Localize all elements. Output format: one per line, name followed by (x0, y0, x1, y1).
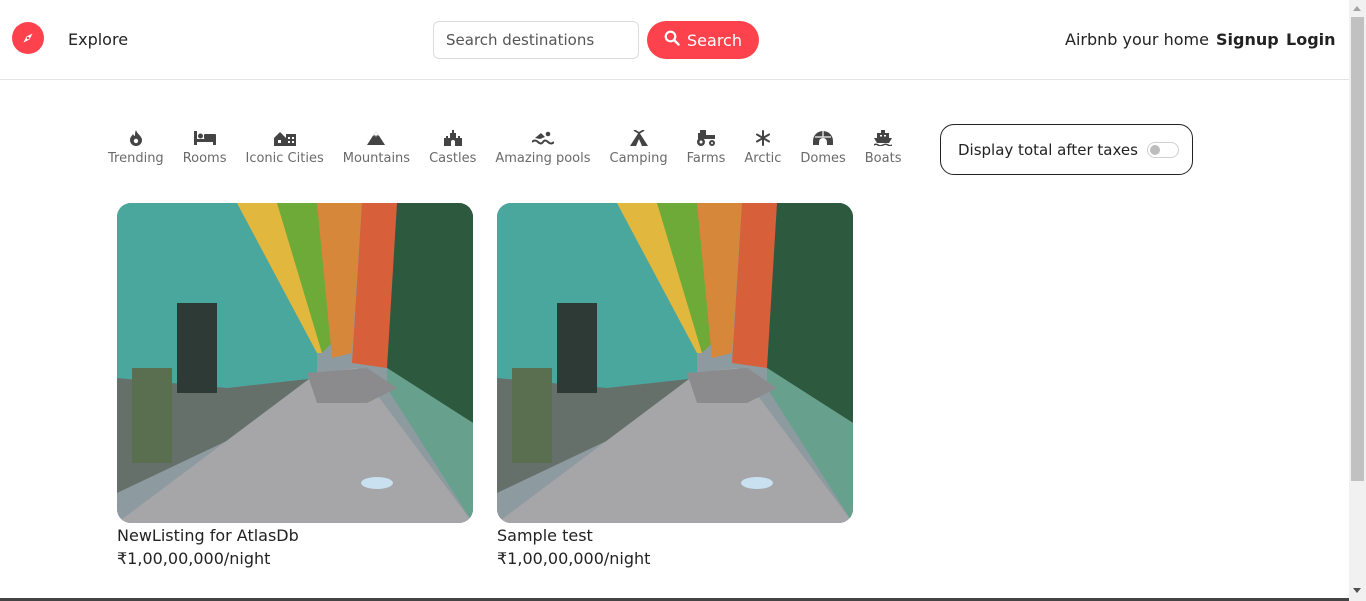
city-icon (273, 128, 296, 148)
ship-icon (872, 128, 894, 148)
listing-card[interactable]: Sample test ₹1,00,00,000/night (497, 203, 853, 568)
scroll-down-arrow-icon[interactable] (1353, 588, 1361, 593)
search-icon (664, 30, 680, 50)
alley-photo-image (497, 203, 853, 523)
filter-trending[interactable]: Trending (108, 128, 164, 172)
toggle-knob (1149, 144, 1160, 155)
igloo-icon (812, 128, 834, 148)
compass-logo-icon[interactable] (12, 22, 44, 54)
alley-photo-image (117, 203, 473, 523)
filter-amazing-pools[interactable]: Amazing pools (495, 128, 591, 172)
login-link[interactable]: Login (1286, 30, 1336, 49)
listing-title[interactable]: Sample test (497, 526, 853, 545)
tractor-icon (695, 128, 717, 148)
navbar: Explore Search Airbnb your home Signup L… (0, 0, 1349, 80)
filter-farms[interactable]: Farms (687, 128, 725, 172)
listing-photo[interactable] (117, 203, 473, 523)
filter-boats[interactable]: Boats (865, 128, 901, 172)
tax-toggle-box: Display total after taxes (940, 124, 1193, 175)
search-button-label: Search (687, 30, 742, 50)
filter-rooms[interactable]: Rooms (183, 128, 226, 172)
filter-mountains[interactable]: Mountains (343, 128, 410, 172)
tent-icon (628, 128, 650, 148)
listing-card[interactable]: NewListing for AtlasDb ₹1,00,00,000/nigh… (117, 203, 473, 568)
swimmer-icon (531, 128, 554, 148)
tax-toggle-switch[interactable] (1146, 141, 1179, 158)
listing-price: ₹1,00,00,000/night (497, 549, 651, 568)
filter-arctic[interactable]: Arctic (744, 128, 781, 172)
listing-title[interactable]: NewListing for AtlasDb (117, 526, 473, 545)
filter-iconic-cities[interactable]: Iconic Cities (245, 128, 324, 172)
scrollbar-thumb[interactable] (1351, 17, 1364, 481)
scroll-up-arrow-icon[interactable] (1353, 6, 1361, 11)
castle-icon (442, 128, 464, 148)
snowflake-icon (752, 128, 774, 148)
signup-link[interactable]: Signup (1216, 30, 1279, 49)
listing-price: ₹1,00,00,000/night (117, 549, 271, 568)
mountain-icon (365, 128, 387, 148)
filter-domes[interactable]: Domes (800, 128, 846, 172)
search-button[interactable]: Search (647, 21, 759, 59)
explore-link[interactable]: Explore (68, 30, 128, 49)
bed-icon (193, 128, 216, 148)
page-scrollbar[interactable] (1349, 0, 1366, 601)
fire-icon (125, 128, 147, 148)
tax-toggle-label: Display total after taxes (958, 140, 1138, 159)
listing-photo[interactable] (497, 203, 853, 523)
filter-camping[interactable]: Camping (610, 128, 668, 172)
airbnb-your-home-link[interactable]: Airbnb your home (1065, 30, 1209, 49)
search-input[interactable] (433, 21, 639, 59)
filter-castles[interactable]: Castles (429, 128, 476, 172)
category-filters: Trending Rooms Iconic Cities Mountains C… (108, 128, 920, 172)
